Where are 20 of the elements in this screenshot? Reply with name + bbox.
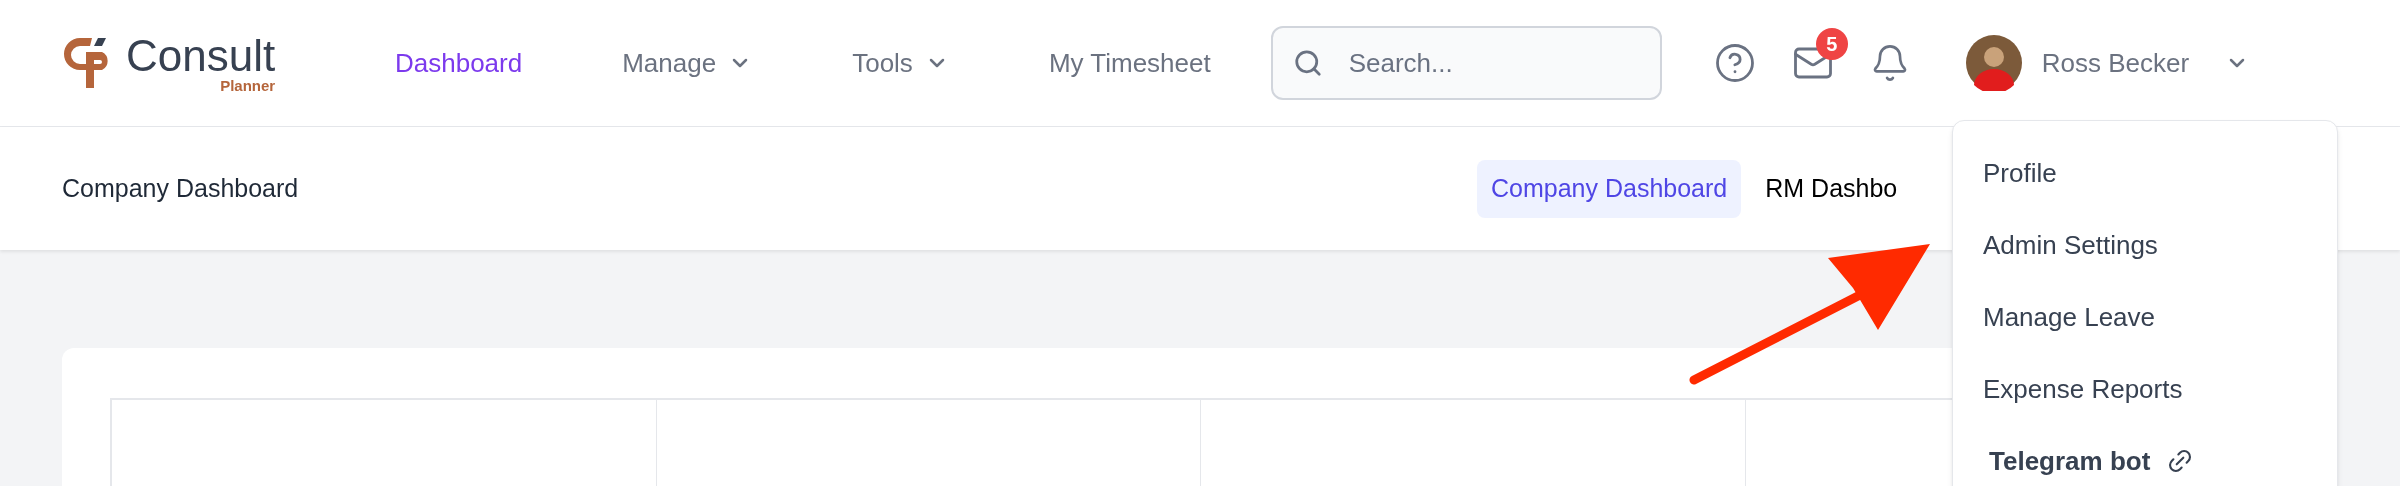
nav-link[interactable]: My Timesheet [1048,43,1211,83]
nav-link[interactable]: Tools [852,43,949,83]
menu-item[interactable]: Manage Leave [1953,281,2156,353]
search-icon [1292,48,1323,78]
menu-item[interactable]: Admin Settings [1953,209,2158,281]
menu-item[interactable]: Telegram bot [1953,425,2195,486]
search-field[interactable]: Search... [1270,26,1662,100]
dashboard-tab[interactable]: RM Dashbo [1751,159,1912,218]
logo-text: Consult [126,33,276,78]
unread-badge: 5 [1815,28,1848,60]
user-menu-button[interactable]: Ross Becker [1965,35,2250,91]
help-button[interactable] [1713,42,1756,84]
nav-link[interactable]: Dashboard [395,43,523,83]
dashboard-tab[interactable]: Company Dashboard [1477,159,1742,218]
logo-subtext: Planner [220,77,276,93]
page-title: Company Dashboard [62,172,300,204]
menu-item[interactable]: Expense Reports [1953,353,2183,425]
avatar [1965,35,2022,91]
nav-link[interactable]: Manage [622,43,753,83]
menu-item[interactable]: Profile [1953,137,2057,209]
